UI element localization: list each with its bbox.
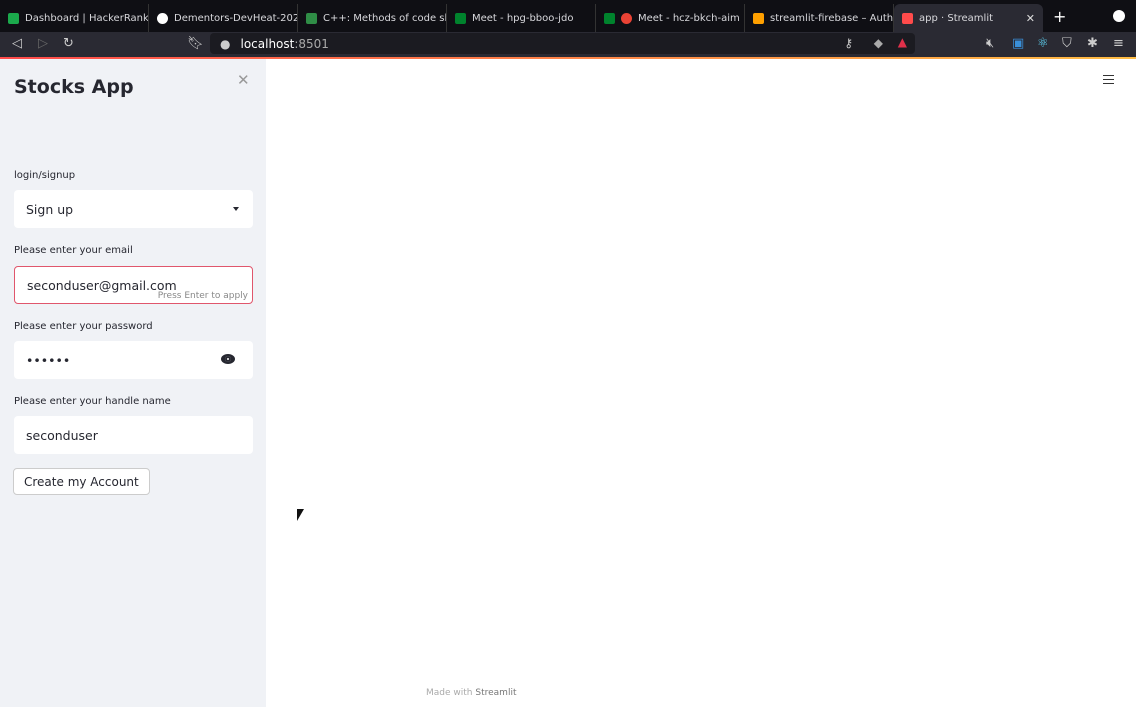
shield-extension-icon[interactable]: ⛉ [1062,36,1072,51]
tab-geeksforgeeks[interactable]: C++: Methods of code sho [298,4,447,32]
tab-hackerrank[interactable]: Dashboard | HackerRank [0,4,149,32]
handle-input[interactable]: seconduser [14,416,253,454]
brave-rewards-icon[interactable]: ▲ [898,35,907,49]
tab-firebase[interactable]: streamlit-firebase – Authe [745,4,894,32]
meet-icon [455,12,466,24]
streamlit-icon [902,12,913,24]
email-hint: Press Enter to apply [157,291,248,301]
meet-icon [604,12,615,24]
react-devtools-icon[interactable]: ⚛ [1037,36,1049,51]
recording-icon [621,12,632,24]
streamlit-link[interactable]: Streamlit [475,688,516,698]
mode-label: login/signup [14,170,76,181]
brave-shield-icon[interactable]: ◆ [874,36,883,50]
extensions-icon[interactable]: ✱ [1087,36,1098,51]
mouse-cursor-icon [297,509,304,521]
close-tab-icon[interactable]: ✕ [1026,12,1035,25]
back-icon[interactable]: ◁ [12,36,22,51]
forward-icon[interactable]: ▷ [38,36,48,51]
sidebar: ✕ [0,59,266,707]
hackerrank-icon [8,12,19,24]
tab-meet-1[interactable]: Meet - hpg-bboo-jdo [447,4,596,32]
tab-streamlit-app[interactable]: app · Streamlit ✕ [894,4,1043,32]
footer: Made with Streamlit [426,688,517,698]
gfg-icon [306,12,317,24]
browser-menu-icon[interactable]: ≡ [1113,36,1124,51]
browser-menu-icon[interactable] [1113,10,1125,22]
bookmark-icon[interactable]: 🔖︎ [187,36,204,51]
password-label: Please enter your password [14,321,153,332]
password-input[interactable]: •••••• [14,341,253,379]
github-icon [157,12,168,24]
mute-icon[interactable]: 🔇︎ [986,36,994,51]
url-input[interactable]: ● localhost:8501 ⚷ ◆ ▲ [210,33,915,54]
main-menu-icon[interactable] [1103,75,1114,84]
handle-label: Please enter your handle name [14,396,171,407]
show-password-eye-icon[interactable] [221,354,235,364]
key-icon[interactable]: ⚷ [844,36,853,50]
mode-select[interactable]: Sign up [14,190,253,228]
new-tab-button[interactable]: + [1053,7,1066,26]
sidebar-title: Stocks App [14,76,134,98]
create-account-button[interactable]: Create my Account [13,468,150,495]
extension-capture-icon[interactable]: ▣ [1012,36,1024,51]
chevron-down-icon [233,207,239,214]
browser-tab-bar: Dashboard | HackerRank Dementors-DevHeat… [0,0,1136,32]
info-icon: ● [220,36,231,51]
tab-meet-2[interactable]: Meet - hcz-bkch-aim [596,4,745,32]
email-label: Please enter your email [14,245,133,256]
firebase-icon [753,12,764,24]
tab-github[interactable]: Dementors-DevHeat-2021/ [149,4,298,32]
address-bar-row: ◁ ▷ ↻ 🔖︎ ● localhost:8501 ⚷ ◆ ▲ 🔇︎ ▣ ⚛ ⛉… [0,32,1136,57]
reload-icon[interactable]: ↻ [63,36,74,51]
close-sidebar-icon[interactable]: ✕ [237,71,250,89]
email-input[interactable]: seconduser@gmail.com Press Enter to apply [14,266,253,304]
